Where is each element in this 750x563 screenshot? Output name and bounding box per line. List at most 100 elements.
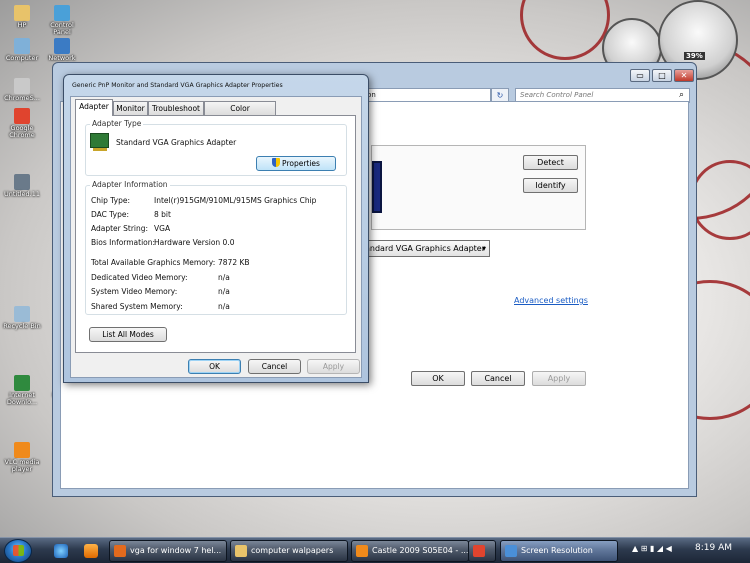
info-label: Bios Information: bbox=[91, 238, 156, 247]
vlc-icon bbox=[356, 545, 368, 557]
search-icon[interactable]: ⌕ bbox=[679, 90, 684, 100]
desktop-icon-label: VLC media player bbox=[4, 458, 40, 473]
desktop: HP Control Panel Computer Network ChromeS...… bbox=[0, 0, 750, 537]
memory-label: Dedicated Video Memory: bbox=[91, 273, 188, 282]
info-value: VGA bbox=[154, 224, 171, 233]
dialog-body: Adapter Monitor Troubleshoot Color Manag… bbox=[70, 96, 362, 378]
desktop-icon[interactable]: Internet Downlo... bbox=[2, 375, 42, 406]
taskbar-firefox[interactable]: vga for window 7 hel... bbox=[109, 540, 227, 562]
network-icon bbox=[54, 38, 70, 54]
hp-icon bbox=[14, 5, 30, 21]
desktop-icon-label: Computer bbox=[5, 54, 39, 62]
media-player-quicklaunch-icon[interactable] bbox=[84, 544, 98, 558]
cpu-meter-gadget[interactable]: 39% bbox=[602, 0, 750, 80]
taskbar-button-label: computer walpapers bbox=[251, 546, 334, 555]
info-label: Adapter String: bbox=[91, 224, 149, 233]
desktop-icon-label: Control Panel bbox=[50, 21, 74, 36]
vlc-icon bbox=[14, 442, 30, 458]
graphics-card-icon bbox=[90, 133, 109, 151]
display-select-value: andard VGA Graphics Adapter bbox=[365, 244, 486, 253]
recycle-bin-icon bbox=[14, 306, 30, 322]
minimize-button[interactable]: ▭ bbox=[630, 69, 650, 82]
cancel-button[interactable]: Cancel bbox=[471, 371, 525, 386]
desktop-icon-label: Internet Downlo... bbox=[6, 391, 38, 406]
dialog-ok-button[interactable]: OK bbox=[188, 359, 241, 374]
desktop-icon-label: Google Chrome bbox=[9, 124, 35, 139]
taskbar-button-label: Castle 2009 S05E04 - ... bbox=[372, 546, 469, 555]
properties-button-label: Properties bbox=[282, 159, 320, 168]
dialog-title: Generic PnP Monitor and Standard VGA Gra… bbox=[72, 82, 283, 89]
taskbar-vlc[interactable]: Castle 2009 S05E04 - ... bbox=[351, 540, 469, 562]
advanced-settings-link[interactable]: Advanced settings bbox=[514, 296, 588, 305]
memory-value: n/a bbox=[218, 273, 230, 282]
info-label: Chip Type: bbox=[91, 196, 130, 205]
memory-label: Total Available Graphics Memory: bbox=[91, 258, 216, 267]
memory-label: Shared System Memory: bbox=[91, 302, 183, 311]
google-chrome-icon bbox=[14, 108, 30, 124]
monitor-image[interactable] bbox=[372, 161, 382, 213]
desktop-icon[interactable]: ChromeS... bbox=[2, 78, 42, 102]
tab-troubleshoot[interactable]: Troubleshoot bbox=[148, 101, 204, 115]
info-label: DAC Type: bbox=[91, 210, 130, 219]
ie-quicklaunch-icon[interactable] bbox=[54, 544, 68, 558]
taskbar-button-label: Screen Resolution bbox=[521, 546, 593, 555]
desktop-icon[interactable]: Network bbox=[42, 38, 82, 62]
close-button[interactable]: ✕ bbox=[674, 69, 694, 82]
wallpaper-swirl bbox=[520, 0, 610, 60]
apply-button[interactable]: Apply bbox=[532, 371, 586, 386]
adapter-tab-page: Adapter Type Standard VGA Graphics Adapt… bbox=[75, 115, 356, 353]
computer-icon bbox=[14, 38, 30, 54]
display-select[interactable]: andard VGA Graphics Adapter ▾ bbox=[349, 240, 490, 257]
desktop-icon-label: ChromeS... bbox=[4, 94, 40, 102]
desktop-icon[interactable]: HP bbox=[2, 5, 42, 29]
tab-adapter[interactable]: Adapter bbox=[75, 99, 113, 116]
memory-value: n/a bbox=[218, 287, 230, 296]
desktop-icon-label: Recycle Bin bbox=[3, 322, 41, 330]
info-value: 8 bit bbox=[154, 210, 171, 219]
ok-button[interactable]: OK bbox=[411, 371, 465, 386]
chrome-icon bbox=[14, 78, 30, 94]
tab-monitor[interactable]: Monitor bbox=[113, 101, 148, 115]
windows-logo-icon bbox=[13, 545, 24, 556]
taskbar-chrome[interactable] bbox=[468, 540, 496, 562]
folder-icon bbox=[235, 545, 247, 557]
desktop-icon-label: Network bbox=[48, 54, 76, 62]
desktop-icon-label: Untitled.11 bbox=[3, 190, 41, 198]
control-panel-icon bbox=[54, 5, 70, 21]
desktop-icon[interactable]: Control Panel bbox=[42, 5, 82, 36]
clock[interactable]: 8:19 AM bbox=[695, 543, 732, 553]
list-all-modes-button[interactable]: List All Modes bbox=[89, 327, 167, 342]
system-tray[interactable]: ▲ ⊞ ▮ ◢ ◀ bbox=[632, 544, 672, 553]
maximize-button[interactable]: □ bbox=[652, 69, 672, 82]
desktop-icon[interactable]: Google Chrome bbox=[2, 108, 42, 139]
chrome-icon bbox=[473, 545, 485, 557]
identify-button[interactable]: Identify bbox=[523, 178, 578, 193]
chevron-down-icon: ▾ bbox=[481, 244, 486, 253]
taskbar-screen-resolution[interactable]: Screen Resolution bbox=[500, 540, 618, 562]
desktop-icon[interactable]: Recycle Bin bbox=[2, 306, 42, 330]
desktop-icon[interactable]: Computer bbox=[2, 38, 42, 62]
untitled-icon bbox=[14, 174, 30, 190]
info-value: Hardware Version 0.0 bbox=[154, 238, 235, 247]
start-button[interactable] bbox=[4, 539, 32, 563]
taskbar-button-label: vga for window 7 hel... bbox=[130, 546, 222, 555]
adapter-type-group: Adapter Type Standard VGA Graphics Adapt… bbox=[85, 119, 347, 176]
tab-color-management[interactable]: Color Management bbox=[204, 101, 276, 126]
desktop-icon[interactable]: Untitled.11 bbox=[2, 174, 42, 198]
dialog-cancel-button[interactable]: Cancel bbox=[248, 359, 301, 374]
memory-label: System Video Memory: bbox=[91, 287, 178, 296]
properties-button[interactable]: Properties bbox=[256, 156, 336, 171]
screen-resolution-icon bbox=[505, 545, 517, 557]
desktop-icon-label: HP bbox=[17, 21, 27, 29]
taskbar-folder[interactable]: computer walpapers bbox=[230, 540, 348, 562]
memory-value: n/a bbox=[218, 302, 230, 311]
desktop-icon[interactable]: VLC media player bbox=[2, 442, 42, 473]
taskbar: vga for window 7 hel... computer walpaper… bbox=[0, 537, 750, 563]
adapter-info-group: Adapter Information Chip Type: Intel(r)91… bbox=[85, 180, 347, 315]
adapter-type-label: Adapter Type bbox=[90, 119, 144, 128]
adapter-info-label: Adapter Information bbox=[90, 180, 170, 189]
adapter-properties-dialog: Generic PnP Monitor and Standard VGA Gra… bbox=[63, 74, 369, 383]
ie-icon bbox=[14, 375, 30, 391]
dialog-apply-button[interactable]: Apply bbox=[307, 359, 360, 374]
detect-button[interactable]: Detect bbox=[523, 155, 578, 170]
